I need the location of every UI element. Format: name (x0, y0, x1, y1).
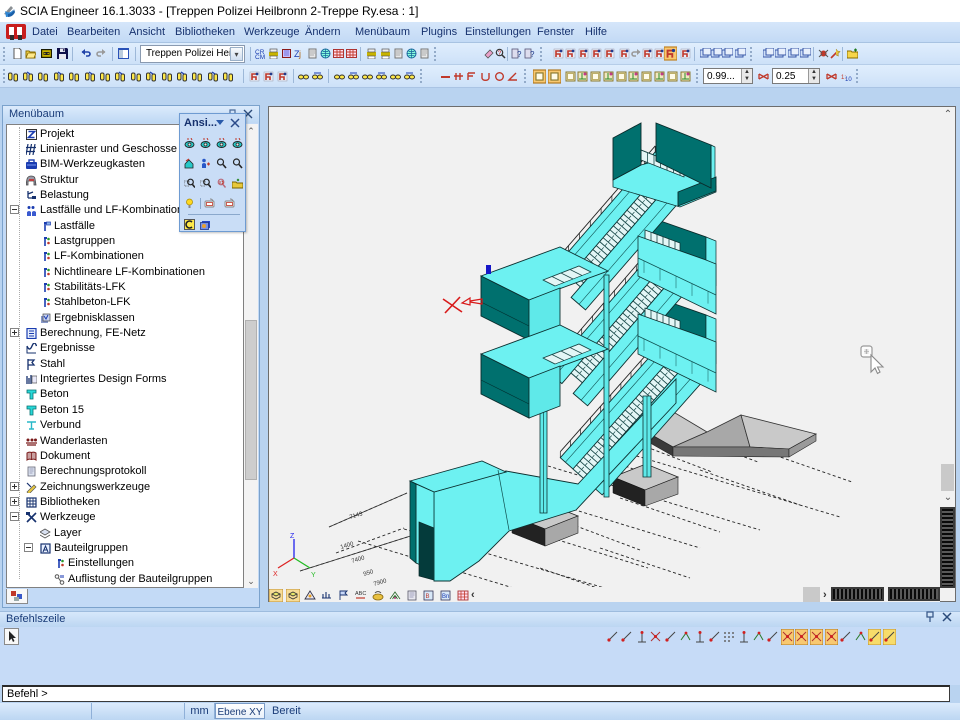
svg-text:10: 10 (845, 77, 852, 82)
svg-text:?: ? (517, 50, 522, 59)
svg-text:Bn: Bn (442, 594, 449, 600)
svg-text:Z: Z (290, 533, 295, 540)
svg-text:ABC: ABC (355, 591, 366, 597)
svg-text:7143: 7143 (349, 511, 364, 521)
svg-text:?: ? (498, 51, 502, 57)
svg-text:7400: 7400 (351, 555, 366, 565)
svg-text:950: 950 (363, 569, 375, 578)
svg-text:CM: CM (255, 54, 265, 59)
svg-text:1400: 1400 (340, 541, 355, 551)
svg-text:Y: Y (311, 572, 316, 579)
svg-text:B: B (426, 594, 430, 600)
svg-text:?: ? (530, 50, 535, 59)
svg-text:X: X (273, 571, 278, 578)
svg-text:j: j (298, 49, 301, 59)
